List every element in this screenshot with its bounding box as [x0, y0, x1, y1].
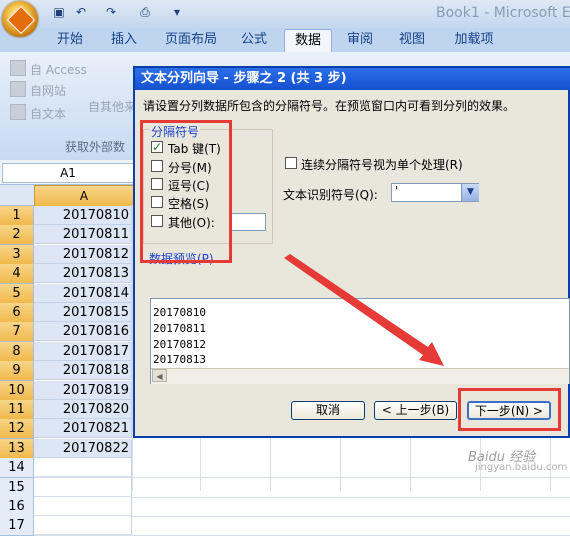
customize-icon[interactable]: ▾ — [170, 5, 184, 19]
consecutive-delimiters-label: 连续分隔符号视为单个处理(R) — [301, 158, 463, 172]
from-access-button[interactable]: 自 Access — [10, 60, 87, 78]
cell-a[interactable]: 20170811 — [34, 225, 132, 244]
undo-icon[interactable]: ↶ — [74, 5, 88, 19]
tab-formulas[interactable]: 公式 — [234, 29, 274, 51]
text-file-icon — [10, 104, 26, 120]
tab-data[interactable]: 数据 — [284, 29, 332, 52]
cell-a[interactable] — [34, 478, 132, 497]
cell-a[interactable]: 20170816 — [34, 322, 132, 341]
row-header[interactable]: 3 — [0, 245, 34, 265]
cell-a[interactable]: 20170813 — [34, 264, 132, 283]
watermark-sub: jingyan.baidu.com — [475, 462, 568, 473]
cell-a[interactable] — [34, 497, 132, 516]
preview-line: 20170811 — [153, 322, 206, 335]
from-text-label: 自文本 — [30, 107, 67, 121]
window-title: Book1 - Microsoft Ex — [436, 5, 570, 21]
row-header[interactable]: 15 — [0, 478, 34, 498]
row-header[interactable]: 13 — [0, 439, 34, 459]
from-text-button[interactable]: 自文本 — [10, 104, 66, 122]
text-qualifier-value: ' — [395, 184, 399, 198]
cell-a[interactable]: 20170818 — [34, 361, 132, 380]
cell-a[interactable]: 20170812 — [34, 245, 132, 264]
tab-insert[interactable]: 插入 — [104, 29, 144, 51]
row-header[interactable]: 9 — [0, 361, 34, 381]
from-web-label: 自网站 — [30, 84, 67, 98]
save-icon[interactable]: ▣ — [52, 5, 66, 19]
cell-a[interactable]: 20170810 — [34, 206, 132, 225]
preview-line: 20170810 — [153, 306, 206, 319]
row-header[interactable]: 6 — [0, 303, 34, 323]
name-box[interactable]: A1 — [2, 163, 134, 183]
select-all-corner[interactable] — [0, 185, 35, 206]
cell-a[interactable]: 20170822 — [34, 439, 132, 458]
tab-addins[interactable]: 加载项 — [446, 29, 502, 51]
preview-horizontal-scrollbar[interactable] — [151, 368, 569, 384]
back-button[interactable]: < 上一步(B) — [374, 401, 457, 420]
row-header[interactable]: 4 — [0, 264, 34, 284]
row-header[interactable]: 10 — [0, 381, 34, 401]
cell-a[interactable] — [34, 458, 132, 477]
separators-highlight — [140, 120, 232, 263]
dialog-title: 文本分列向导 - 步骤之 2 (共 3 步) — [135, 68, 570, 90]
row-header[interactable]: 16 — [0, 497, 34, 517]
tab-home[interactable]: 开始 — [50, 29, 90, 51]
row-header[interactable]: 5 — [0, 284, 34, 304]
get-external-data-group-label: 获取外部数 — [65, 140, 126, 154]
row-header[interactable]: 11 — [0, 400, 34, 420]
preview-line: 20170813 — [153, 353, 206, 366]
preview-line: 20170812 — [153, 338, 206, 351]
next-button-highlight — [458, 388, 561, 431]
cell-a[interactable]: 20170819 — [34, 381, 132, 400]
cell-a[interactable] — [34, 516, 132, 535]
row-header[interactable]: 14 — [0, 458, 34, 478]
tab-review[interactable]: 审阅 — [340, 29, 380, 51]
dialog-description: 请设置分列数据所包含的分隔符号。在预览窗口内可看到分列的效果。 — [143, 99, 516, 113]
cell-a[interactable]: 20170815 — [34, 303, 132, 322]
print-preview-icon[interactable]: ⎙ — [138, 5, 152, 19]
office-button[interactable] — [2, 1, 38, 37]
row-header[interactable]: 12 — [0, 419, 34, 439]
row-header[interactable]: 2 — [0, 225, 34, 245]
other-separator-input[interactable] — [230, 213, 266, 231]
row-header[interactable]: 7 — [0, 322, 34, 342]
office-logo-icon — [6, 5, 36, 35]
consecutive-delimiters-checkbox[interactable] — [285, 157, 297, 169]
from-web-button[interactable]: 自网站 — [10, 81, 66, 99]
cell-a[interactable]: 20170817 — [34, 342, 132, 361]
tab-page-layout[interactable]: 页面布局 — [156, 29, 226, 51]
web-icon — [10, 81, 26, 97]
text-qualifier-label: 文本识别符号(Q): — [283, 188, 378, 202]
cell-a[interactable]: 20170814 — [34, 284, 132, 303]
from-access-label: 自 Access — [30, 63, 87, 77]
column-header-a[interactable]: A — [34, 185, 134, 207]
redo-icon[interactable]: ↷ — [104, 5, 118, 19]
row-header[interactable]: 17 — [0, 516, 34, 536]
tab-view[interactable]: 视图 — [392, 29, 432, 51]
cancel-button[interactable]: 取消 — [291, 401, 365, 420]
from-other-sources-button[interactable]: 自其他来 — [88, 98, 136, 115]
row-header[interactable]: 8 — [0, 342, 34, 362]
cell-a[interactable]: 20170820 — [34, 400, 132, 419]
cell-a[interactable]: 20170821 — [34, 419, 132, 438]
scroll-left-icon[interactable]: ◀ — [152, 369, 167, 382]
chevron-down-icon[interactable]: ▼ — [461, 184, 479, 201]
row-header[interactable]: 1 — [0, 206, 34, 226]
access-icon — [10, 60, 26, 76]
